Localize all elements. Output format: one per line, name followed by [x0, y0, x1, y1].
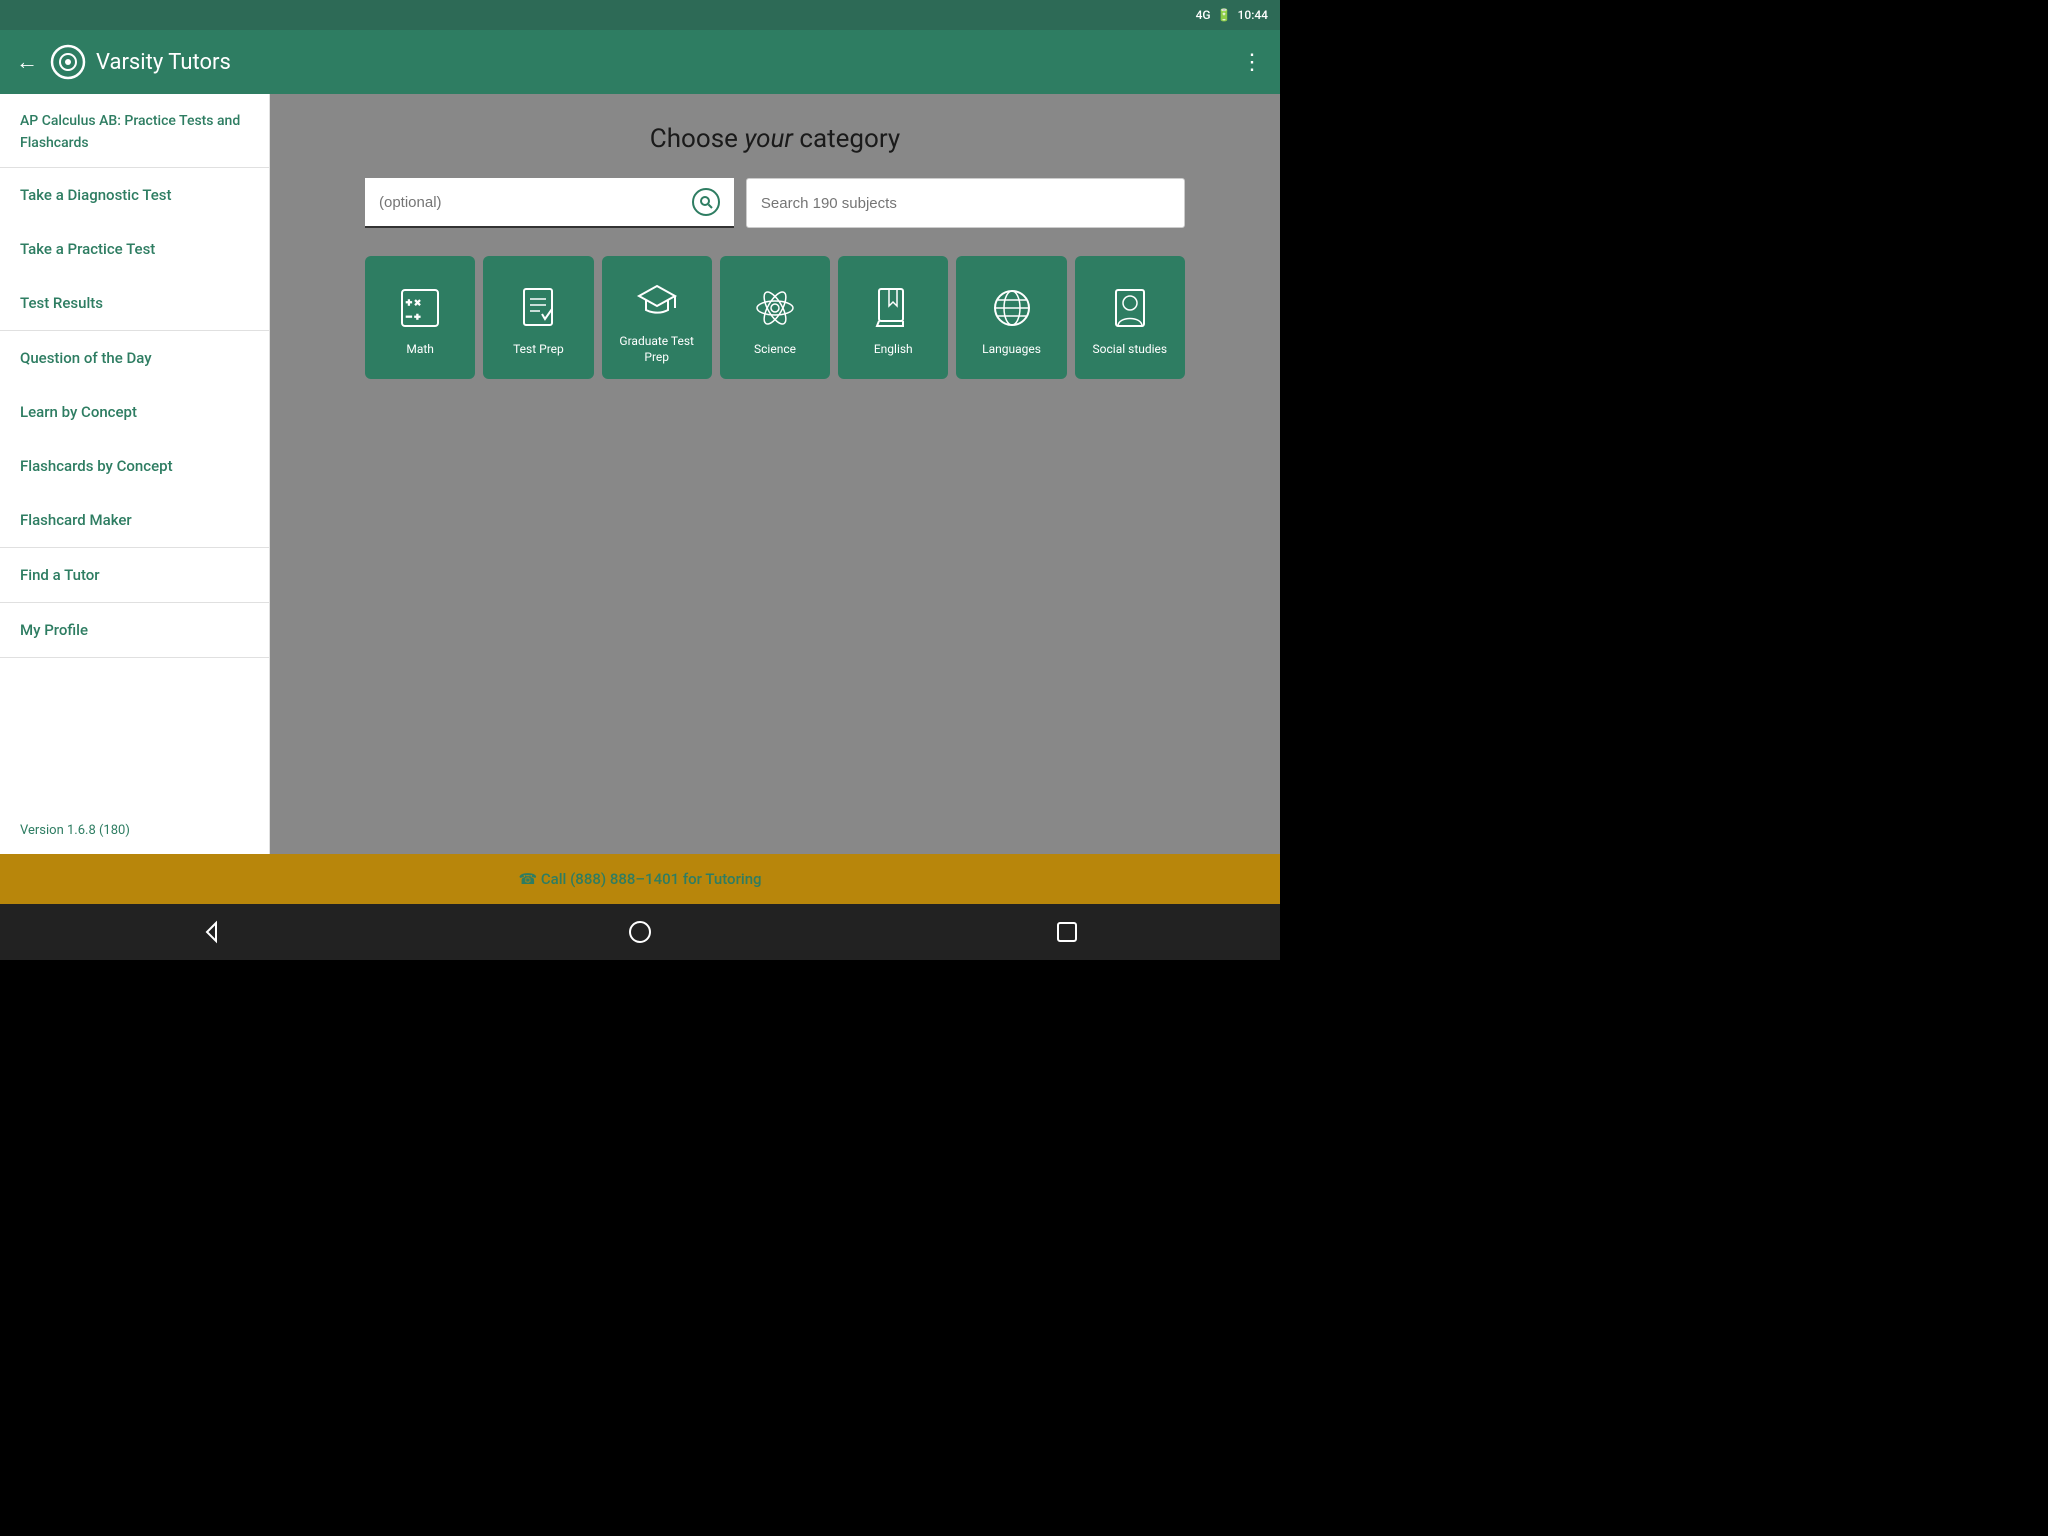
science-icon: [751, 284, 799, 332]
sidebar-course-title: AP Calculus AB: Practice Tests and Flash…: [20, 113, 240, 151]
category-card-social-studies[interactable]: Social studies: [1075, 256, 1185, 379]
back-button[interactable]: ←: [16, 49, 38, 75]
math-label: Math: [406, 342, 434, 358]
sidebar: AP Calculus AB: Practice Tests and Flash…: [0, 94, 270, 854]
english-icon: [869, 284, 917, 332]
category-card-languages[interactable]: Languages: [956, 256, 1066, 379]
back-nav-button[interactable]: [188, 907, 238, 957]
search-icon-circle[interactable]: [692, 188, 720, 216]
content-area: Choose your category: [270, 94, 1280, 854]
category-card-math[interactable]: + × − ÷ Math: [365, 256, 475, 379]
social-studies-label: Social studies: [1093, 342, 1168, 358]
social-studies-icon: [1106, 284, 1154, 332]
optional-search-box[interactable]: [365, 178, 734, 228]
more-options-button[interactable]: ⋮: [1241, 50, 1264, 75]
svg-text:+ ×: + ×: [406, 298, 421, 309]
grad-icon: [633, 276, 681, 324]
content-title-text: Choose your category: [650, 124, 900, 154]
category-cards: + × − ÷ Math Test Prep: [365, 256, 1185, 379]
sidebar-item-find-tutor[interactable]: Find a Tutor: [0, 548, 269, 602]
home-nav-button[interactable]: [615, 907, 665, 957]
sidebar-group-tutor: Find a Tutor: [0, 548, 269, 603]
sidebar-header: AP Calculus AB: Practice Tests and Flash…: [0, 94, 269, 168]
sidebar-group-tests: Take a Diagnostic Test Take a Practice T…: [0, 168, 269, 331]
recents-nav-button[interactable]: [1042, 907, 1092, 957]
sidebar-item-profile[interactable]: My Profile: [0, 603, 269, 657]
category-card-grad-test-prep[interactable]: Graduate Test Prep: [602, 256, 712, 379]
network-indicator: 4G: [1196, 8, 1211, 22]
category-card-english[interactable]: English: [838, 256, 948, 379]
category-card-test-prep[interactable]: Test Prep: [483, 256, 593, 379]
search-row: [365, 178, 1185, 228]
english-label: English: [874, 342, 913, 358]
subject-search-input[interactable]: [746, 178, 1185, 228]
app-logo: [50, 44, 86, 80]
languages-icon: [988, 284, 1036, 332]
sidebar-item-practice[interactable]: Take a Practice Test: [0, 222, 269, 276]
svg-text:− ÷: − ÷: [406, 312, 421, 323]
call-bar[interactable]: ☎ Call (888) 888–1401 for Tutoring: [0, 854, 1280, 904]
science-label: Science: [754, 342, 796, 358]
call-bar-text: ☎ Call (888) 888–1401 for Tutoring: [518, 870, 761, 888]
status-bar: 4G 🔋 10:44: [0, 0, 1280, 30]
sidebar-item-diagnostic[interactable]: Take a Diagnostic Test: [0, 168, 269, 222]
sidebar-item-question-day[interactable]: Question of the Day: [0, 331, 269, 385]
math-icon: + × − ÷: [396, 284, 444, 332]
category-card-science[interactable]: Science: [720, 256, 830, 379]
version-label: Version 1.6.8 (180): [0, 807, 269, 854]
sidebar-item-results[interactable]: Test Results: [0, 276, 269, 330]
clock: 10:44: [1238, 8, 1268, 22]
sidebar-group-profile: My Profile: [0, 603, 269, 658]
app-bar: ← Varsity Tutors ⋮: [0, 30, 1280, 94]
test-prep-label: Test Prep: [513, 342, 564, 358]
test-prep-icon: [514, 284, 562, 332]
sidebar-item-flashcard-maker[interactable]: Flashcard Maker: [0, 493, 269, 547]
grad-test-prep-label: Graduate Test Prep: [610, 334, 704, 365]
sidebar-item-flashcards-concept[interactable]: Flashcards by Concept: [0, 439, 269, 493]
battery-icon: 🔋: [1217, 8, 1232, 22]
sidebar-item-learn-concept[interactable]: Learn by Concept: [0, 385, 269, 439]
content-title: Choose your category: [650, 124, 900, 154]
sidebar-group-learn: Question of the Day Learn by Concept Fla…: [0, 331, 269, 548]
bottom-nav: [0, 904, 1280, 960]
optional-search-input[interactable]: [379, 194, 684, 211]
app-title: Varsity Tutors: [96, 50, 1241, 75]
main-layout: AP Calculus AB: Practice Tests and Flash…: [0, 94, 1280, 854]
languages-label: Languages: [982, 342, 1041, 358]
